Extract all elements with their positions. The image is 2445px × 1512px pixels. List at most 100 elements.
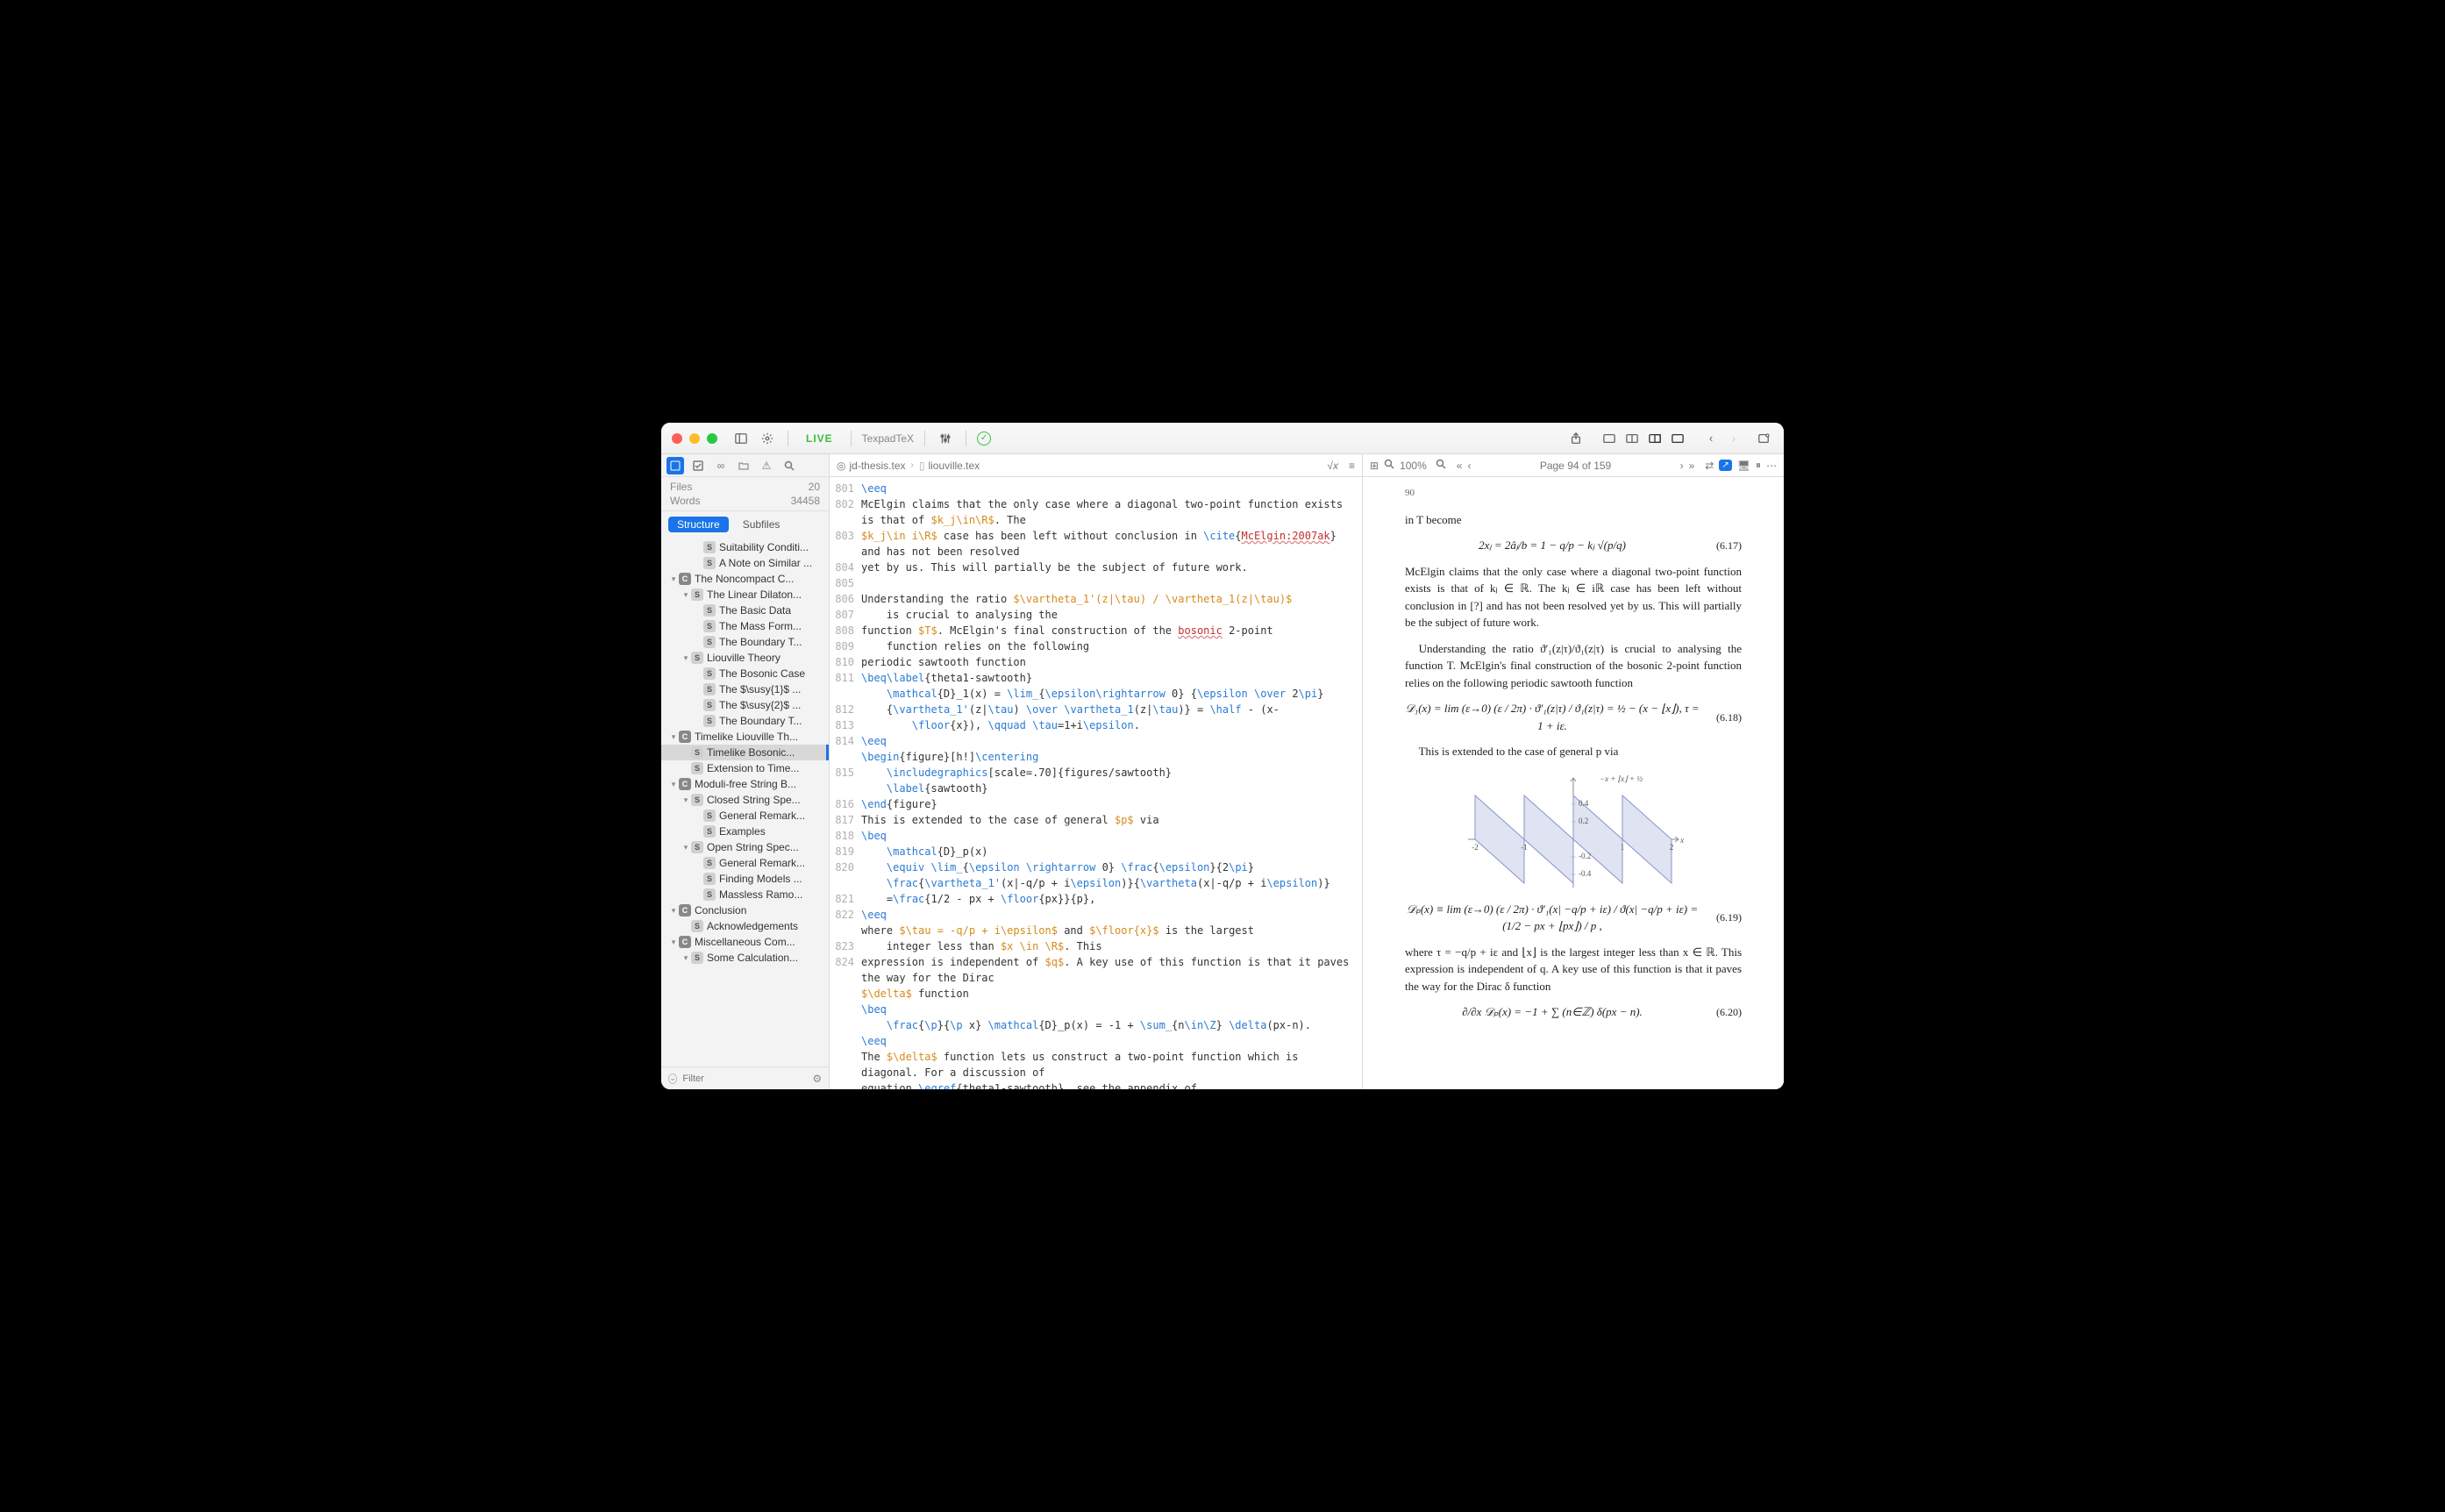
code-text[interactable]: \eeq\begin{figure}[h!]\centering [861,733,1362,765]
code-text[interactable]: is crucial to analysing the [861,607,1362,623]
grid-icon[interactable]: ⊞ [1370,460,1379,472]
tree-item[interactable]: SAcknowledgements [661,918,829,934]
disclosure-icon[interactable]: ▾ [681,843,691,852]
code-line[interactable]: 803$k_j\in i\R$ case has been left witho… [830,528,1362,560]
settings-gear-icon[interactable]: ⚙ [812,1073,822,1085]
breadcrumb-current[interactable]: liouville.tex [928,460,980,472]
code-text[interactable]: {\vartheta_1'(z|\tau) \over \vartheta_1(… [861,702,1362,717]
math-root-icon[interactable]: √x [1327,460,1338,472]
build-status-ok-icon[interactable]: ✓ [977,431,991,446]
code-line[interactable]: 813 \floor{x}), \qquad \tau=1+i\epsilon. [830,717,1362,733]
code-line[interactable]: 801\eeq [830,481,1362,496]
menu-icon[interactable]: ≡ [1349,460,1355,472]
nav-last-icon[interactable]: » [1689,460,1695,472]
sidebar-toggle-button[interactable] [731,429,751,448]
tree-item[interactable]: SThe $\susy{1}$ ... [661,681,829,697]
sync-icon[interactable]: ⇄ [1705,460,1714,472]
tree-item[interactable]: SGeneral Remark... [661,855,829,871]
more-icon[interactable]: ⋯ [1766,460,1777,472]
disclosure-icon[interactable]: ▾ [668,938,679,947]
tree-item[interactable]: SFinding Models ... [661,871,829,887]
search-icon[interactable] [1436,459,1446,472]
folder-icon[interactable] [735,457,752,474]
code-text[interactable]: \equiv \lim_{\epsilon \rightarrow 0} \fr… [861,859,1362,891]
code-editor[interactable]: 801\eeq802McElgin claims that the only c… [830,477,1362,1089]
tree-item[interactable]: SA Note on Similar ... [661,555,829,571]
tree-item[interactable]: SThe $\susy{2}$ ... [661,697,829,713]
layout-editor-only-icon[interactable] [1600,429,1619,448]
tree-item[interactable]: SThe Mass Form... [661,618,829,634]
search-icon[interactable] [781,457,798,474]
new-window-icon[interactable] [1754,429,1773,448]
code-line[interactable]: 807 is crucial to analysing the [830,607,1362,623]
engine-label[interactable]: TexpadTeX [862,432,914,445]
code-line[interactable]: 804yet by us. This will partially be the… [830,560,1362,575]
disclosure-icon[interactable]: ▾ [668,906,679,916]
tree-item[interactable]: SExamples [661,824,829,839]
code-text[interactable]: \includegraphics[scale=.70]{figures/sawt… [861,765,1362,796]
sliders-icon[interactable] [936,429,955,448]
tree-item[interactable]: SGeneral Remark... [661,808,829,824]
code-line[interactable]: 815 \includegraphics[scale=.70]{figures/… [830,765,1362,796]
code-text[interactable]: \floor{x}), \qquad \tau=1+i\epsilon. [861,717,1362,733]
disclosure-icon[interactable]: ▾ [668,732,679,742]
code-line[interactable]: 808function $T$. McElgin's final constru… [830,623,1362,638]
pause-icon[interactable]: ⏸ [1756,459,1761,472]
code-text[interactable]: \eeq [861,481,1362,496]
code-line[interactable]: 814\eeq\begin{figure}[h!]\centering [830,733,1362,765]
tree-item[interactable]: ▾CThe Noncompact C... [661,571,829,587]
code-text[interactable]: \mathcal{D}_p(x) [861,844,1362,859]
code-line[interactable]: 811\beq\label{theta1-sawtooth} \mathcal{… [830,670,1362,702]
share-icon[interactable] [1566,429,1586,448]
tab-structure[interactable]: Structure [668,517,729,532]
disclosure-icon[interactable]: ▾ [681,795,691,805]
code-line[interactable]: 824expression is independent of $q$. A k… [830,954,1362,1089]
code-text[interactable] [861,575,1362,591]
preview-body[interactable]: 90 in T become 2xⱼ = 2âⱼ/b = 1 − q/p − k… [1363,477,1784,1089]
tree-item[interactable]: ▾CTimelike Liouville Th... [661,729,829,745]
disclosure-icon[interactable]: ▾ [668,780,679,789]
layout-preview-only-icon[interactable] [1668,429,1687,448]
code-text[interactable]: \end{figure} [861,796,1362,812]
tree-item[interactable]: SThe Bosonic Case [661,666,829,681]
code-line[interactable]: 816\end{figure} [830,796,1362,812]
link-icon[interactable]: ↗ [1719,460,1731,471]
code-line[interactable]: 818\beq [830,828,1362,844]
code-text[interactable]: =\frac{1/2 - px + \floor{px}}{p}, [861,891,1362,907]
code-line[interactable]: 805 [830,575,1362,591]
checkbox-icon[interactable] [689,457,707,474]
zoom-icon[interactable] [707,433,717,444]
code-text[interactable]: function relies on the following [861,638,1362,654]
tree-item[interactable]: ▾SOpen String Spec... [661,839,829,855]
code-text[interactable]: This is extended to the case of general … [861,812,1362,828]
code-text[interactable]: periodic sawtooth function [861,654,1362,670]
code-text[interactable]: Understanding the ratio $\vartheta_1'(z|… [861,591,1362,607]
code-text[interactable]: function $T$. McElgin's final constructi… [861,623,1362,638]
tree-item[interactable]: SMassless Ramo... [661,887,829,902]
tree-item[interactable]: SThe Basic Data [661,603,829,618]
code-line[interactable]: 819 \mathcal{D}_p(x) [830,844,1362,859]
disclosure-icon[interactable]: ▾ [681,590,691,600]
code-line[interactable]: 820 \equiv \lim_{\epsilon \rightarrow 0}… [830,859,1362,891]
tree-item[interactable]: ▾CModuli-free String B... [661,776,829,792]
tree-item[interactable]: SExtension to Time... [661,760,829,776]
tree-item[interactable]: STimelike Bosonic... [661,745,829,760]
warning-icon[interactable]: ⚠ [758,457,775,474]
layout-preview-focus-icon[interactable] [1645,429,1664,448]
code-line[interactable]: 810periodic sawtooth function [830,654,1362,670]
zoom-level[interactable]: 100% [1400,460,1427,472]
tree-item[interactable]: SThe Boundary T... [661,634,829,650]
code-line[interactable]: 822\eeqwhere $\tau = -q/p + i\epsilon$ a… [830,907,1362,938]
tab-subfiles[interactable]: Subfiles [734,517,789,532]
outline-tree[interactable]: SSuitability Conditi...SA Note on Simila… [661,538,829,1066]
tree-item[interactable]: ▾SClosed String Spe... [661,792,829,808]
tree-item[interactable]: ▾CConclusion [661,902,829,918]
tree-item[interactable]: ▾CMiscellaneous Com... [661,934,829,950]
minimize-icon[interactable] [689,433,700,444]
nav-back-icon[interactable]: ‹ [1701,429,1721,448]
code-line[interactable]: 812 {\vartheta_1'(z|\tau) \over \varthet… [830,702,1362,717]
code-line[interactable]: 821 =\frac{1/2 - px + \floor{px}}{p}, [830,891,1362,907]
code-text[interactable]: \beq\label{theta1-sawtooth} \mathcal{D}_… [861,670,1362,702]
code-text[interactable]: \beq [861,828,1362,844]
tree-item[interactable]: SSuitability Conditi... [661,539,829,555]
